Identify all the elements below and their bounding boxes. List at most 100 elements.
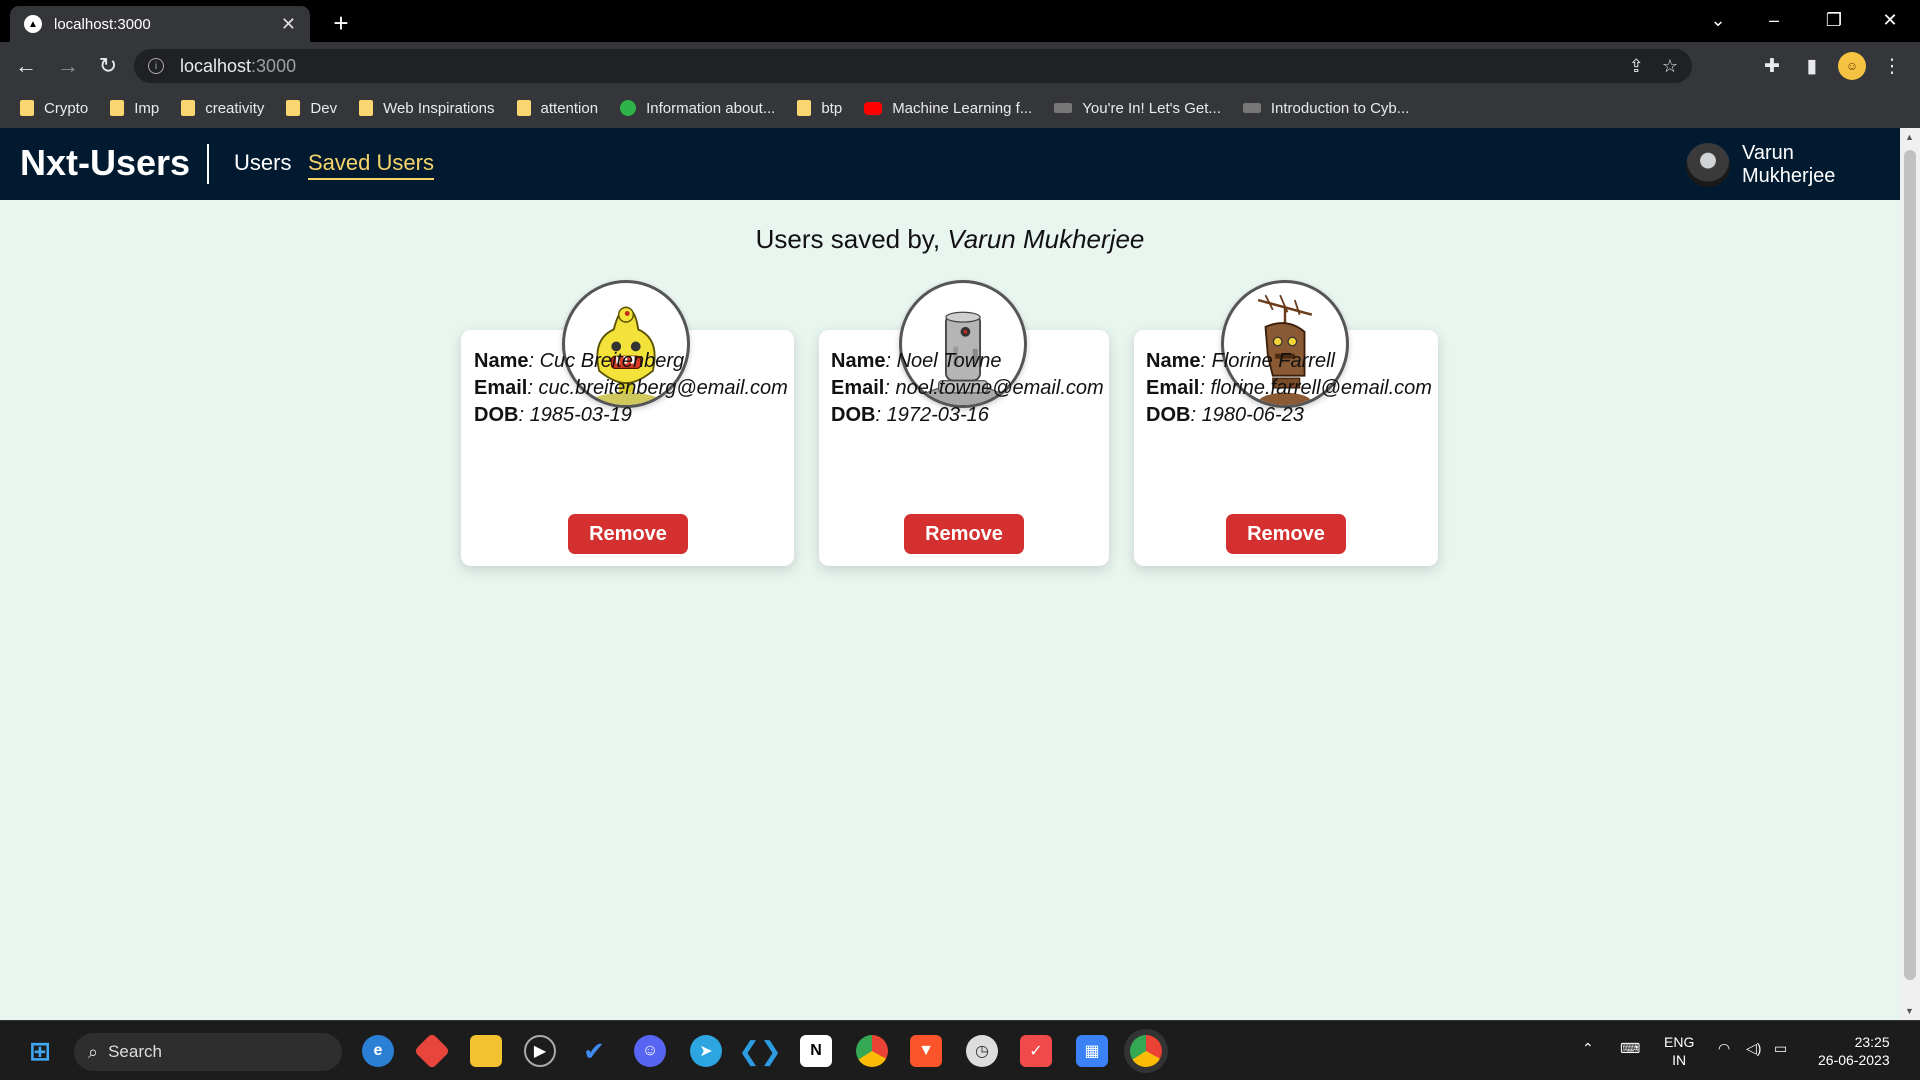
- chrome-icon[interactable]: [856, 1035, 888, 1067]
- nav-link-users[interactable]: Users: [234, 150, 291, 176]
- lang-bottom: IN: [1672, 1052, 1687, 1068]
- bookmark-label: creativity: [205, 99, 265, 117]
- browser-tab[interactable]: ▲ localhost:3000 ✕: [10, 6, 310, 42]
- wifi-icon[interactable]: ◠: [1718, 1039, 1730, 1057]
- clock[interactable]: 23:25 26-06-2023: [1818, 1033, 1890, 1069]
- bookmark-label: btp: [821, 99, 843, 117]
- volume-icon[interactable]: ◁): [1746, 1039, 1761, 1057]
- extensions-icon[interactable]: ✚: [1756, 50, 1788, 82]
- back-icon[interactable]: ←: [10, 50, 42, 82]
- share-icon[interactable]: ⇪: [1629, 56, 1644, 77]
- browser-tabstrip: ▲ localhost:3000 ✕ + ⌄ – ❐ ✕: [0, 0, 1920, 42]
- dob-label: DOB: [831, 404, 876, 426]
- vscode-icon[interactable]: ❮❯: [738, 1035, 782, 1067]
- folder-icon: [359, 100, 374, 116]
- scrollbar-thumb[interactable]: [1904, 150, 1916, 980]
- nav-user-name: Varun Mukherjee: [1742, 142, 1836, 187]
- discord-icon[interactable]: ☺: [634, 1035, 666, 1067]
- restore-button[interactable]: ❐: [1806, 0, 1862, 40]
- user-dob: 1972-03-16: [886, 404, 989, 426]
- name-row: Name: Noel Towne: [831, 350, 1002, 372]
- site-icon: [1242, 103, 1261, 113]
- bookmark-item[interactable]: btp: [797, 100, 842, 117]
- email-label: Email: [474, 377, 528, 399]
- user-details: Name: Cuc Breitenberg Email: cuc.breiten…: [474, 348, 788, 429]
- scroll-down-icon[interactable]: ▼: [1905, 1006, 1914, 1016]
- clock-date: 26-06-2023: [1818, 1052, 1890, 1068]
- app-diamond-icon[interactable]: [413, 1032, 451, 1070]
- lang-top: ENG: [1664, 1034, 1695, 1050]
- bookmark-star-icon[interactable]: ☆: [1662, 56, 1678, 77]
- folder-icon: [797, 100, 812, 116]
- scroll-up-icon[interactable]: ▲: [1905, 132, 1914, 142]
- tab-close-icon[interactable]: ✕: [281, 14, 296, 35]
- user-name: Noel Towne: [896, 350, 1002, 372]
- remove-button[interactable]: Remove: [904, 514, 1024, 554]
- remove-button[interactable]: Remove: [1226, 514, 1346, 554]
- dob-row: DOB: 1972-03-16: [831, 404, 989, 426]
- menu-kebab-icon[interactable]: ⋮: [1876, 50, 1908, 82]
- nav-user-profile[interactable]: Varun Mukherjee: [1686, 142, 1852, 188]
- bookmark-label: attention: [540, 99, 599, 117]
- email-row: Email: cuc.breitenberg@email.com: [474, 377, 788, 399]
- telegram-icon[interactable]: ➤: [690, 1035, 722, 1067]
- bookmark-item[interactable]: Dev: [286, 100, 337, 117]
- bookmark-item[interactable]: Imp: [110, 100, 159, 117]
- bookmark-item[interactable]: Information about...: [620, 100, 775, 117]
- brave-icon[interactable]: ▼: [910, 1035, 942, 1067]
- close-window-button[interactable]: ✕: [1862, 0, 1918, 40]
- email-row: Email: noel.towne@email.com: [831, 377, 1104, 399]
- bookmark-item[interactable]: attention: [516, 99, 599, 117]
- tray-chevron-icon[interactable]: ⌃: [1582, 1039, 1594, 1057]
- user-name: Florine Farrell: [1211, 350, 1335, 372]
- reload-icon[interactable]: ↻: [92, 50, 124, 82]
- nav-divider: [207, 144, 209, 184]
- folder-icon: [20, 100, 34, 116]
- user-name: Cuc Breitenberg: [539, 350, 685, 372]
- profile-avatar-icon[interactable]: ☺: [1836, 50, 1868, 82]
- bookmark-label: You're In! Let's Get...: [1082, 99, 1221, 117]
- media-player-icon[interactable]: ▶: [524, 1035, 556, 1067]
- site-info-icon[interactable]: i: [148, 58, 164, 74]
- bookmark-item[interactable]: Crypto: [20, 100, 88, 117]
- windows-start-icon[interactable]: ⊞: [24, 1035, 56, 1067]
- bookmark-item[interactable]: Machine Learning f...: [864, 100, 1032, 117]
- forward-icon[interactable]: →: [52, 50, 84, 82]
- keyboard-icon[interactable]: ⌨: [1620, 1039, 1640, 1057]
- clock-app-icon[interactable]: ◷: [966, 1035, 998, 1067]
- user-email: noel.towne@email.com: [895, 377, 1104, 399]
- user-avatar: [1686, 143, 1730, 187]
- minimize-button[interactable]: –: [1746, 0, 1802, 40]
- site-icon: [1054, 103, 1073, 113]
- remove-button[interactable]: Remove: [568, 514, 688, 554]
- bookmark-item[interactable]: You're In! Let's Get...: [1054, 100, 1221, 117]
- language-indicator[interactable]: ENG IN: [1664, 1033, 1694, 1069]
- url-host: localhost: [180, 55, 252, 76]
- taskbar-search[interactable]: ⌕ Search: [74, 1033, 342, 1071]
- app-brand[interactable]: Nxt-Users: [20, 142, 190, 184]
- email-row: Email: florine.farrell@email.com: [1146, 377, 1432, 399]
- address-bar[interactable]: i localhost:3000 ⇪ ☆: [134, 49, 1692, 83]
- bookmark-label: Dev: [310, 99, 338, 117]
- file-explorer-icon[interactable]: [470, 1035, 502, 1067]
- todo-icon[interactable]: ✔: [578, 1035, 610, 1067]
- ticktick-icon[interactable]: ✓: [1020, 1035, 1052, 1067]
- folder-icon: [286, 100, 301, 116]
- chrome-active-icon[interactable]: [1130, 1035, 1162, 1067]
- bookmark-item[interactable]: Introduction to Cyb...: [1242, 100, 1409, 117]
- bookmark-item[interactable]: creativity: [181, 100, 264, 117]
- nav-link-saved-users[interactable]: Saved Users: [308, 150, 434, 180]
- vercel-favicon-icon: ▲: [24, 15, 42, 33]
- youtube-icon: [864, 101, 883, 115]
- email-label: Email: [1146, 377, 1200, 399]
- tab-search-icon[interactable]: ⌄: [1690, 0, 1746, 40]
- page-scrollbar[interactable]: ▲ ▼: [1900, 128, 1920, 1020]
- side-panel-icon[interactable]: ▮: [1796, 50, 1828, 82]
- user-email: florine.farrell@email.com: [1210, 377, 1432, 399]
- edge-icon[interactable]: e: [362, 1035, 394, 1067]
- bookmark-item[interactable]: Web Inspirations: [359, 100, 495, 117]
- notion-icon[interactable]: N: [800, 1035, 832, 1067]
- battery-icon[interactable]: ▭: [1774, 1039, 1787, 1057]
- new-tab-button[interactable]: +: [324, 6, 358, 40]
- calendar-icon[interactable]: ▦: [1076, 1035, 1108, 1067]
